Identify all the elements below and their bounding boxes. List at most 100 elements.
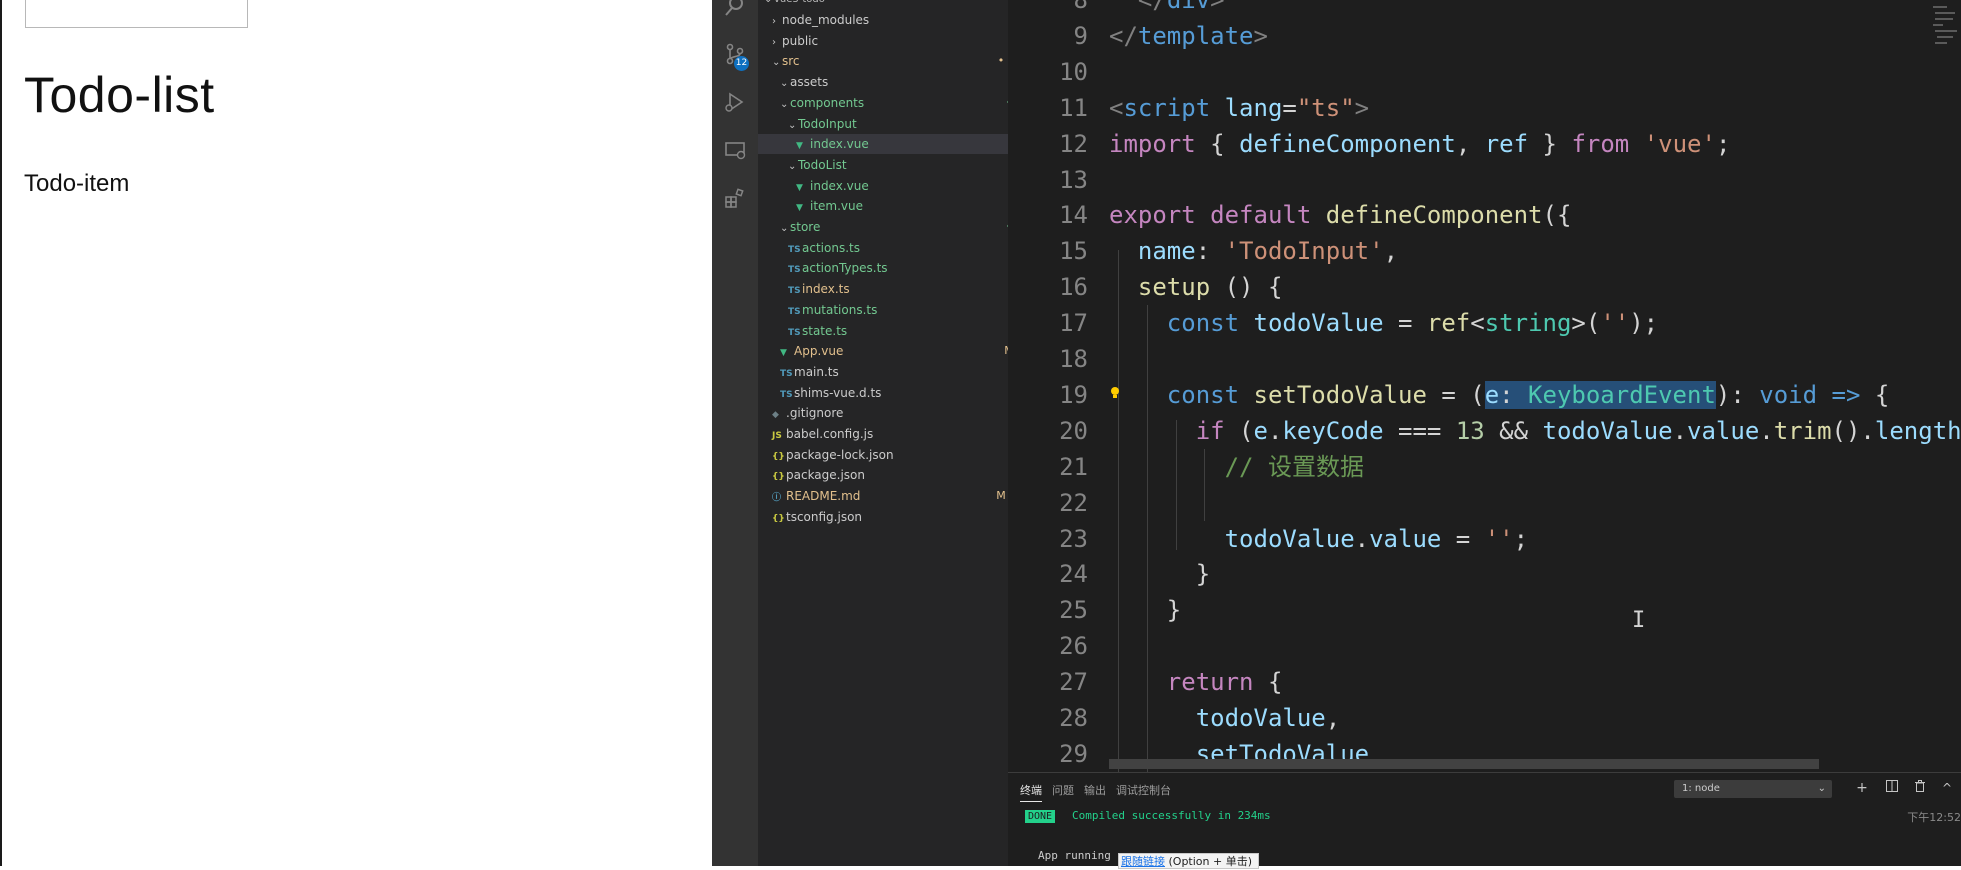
tree-file[interactable]: {}package.json xyxy=(758,465,1022,485)
tree-item-label: store xyxy=(790,220,821,234)
minimap[interactable] xyxy=(1931,0,1961,60)
line-number: 23 xyxy=(1059,524,1088,553)
code-token: e xyxy=(1253,416,1268,445)
remote-explorer-icon[interactable] xyxy=(723,138,747,162)
new-terminal-button[interactable]: + xyxy=(1853,779,1871,797)
terminal-select-value: 1: node xyxy=(1682,783,1720,794)
tree-folder[interactable]: ⌄TodoInput• xyxy=(758,114,1038,134)
lightbulb-icon[interactable] xyxy=(1110,378,1120,398)
split-terminal-button[interactable] xyxy=(1883,779,1901,797)
panel-tab[interactable]: 问题 xyxy=(1052,781,1074,801)
tree-file[interactable]: ▼index.vueU xyxy=(758,134,1046,155)
code-line: 18 xyxy=(1008,341,1961,377)
tree-file[interactable]: {}package-lock.json xyxy=(758,445,1022,465)
tree-file[interactable]: TSmain.ts xyxy=(758,362,1030,382)
code-line: 19 const setTodoValue = (e: KeyboardEven… xyxy=(1008,377,1961,413)
code-token: trim xyxy=(1773,416,1832,445)
panel-tab[interactable]: 输出 xyxy=(1084,781,1106,801)
kill-terminal-button[interactable] xyxy=(1911,779,1929,797)
tree-file[interactable]: JS babel.config.js xyxy=(758,424,1022,444)
line-number: 15 xyxy=(1059,237,1088,266)
file-explorer: ⌄vue3-todo ›node_modules›public⌄src•⌄ass… xyxy=(758,0,1046,866)
line-number: 19 xyxy=(1059,380,1088,409)
tree-folder[interactable]: › public xyxy=(758,31,1022,51)
follow-link[interactable]: 跟随链接 xyxy=(1121,855,1165,868)
run-debug-icon[interactable] xyxy=(723,90,747,114)
vue-file-icon: ▼ xyxy=(796,203,803,214)
tree-item-label: babel.config.js xyxy=(786,427,874,441)
tree-folder[interactable]: › node_modules xyxy=(758,10,1022,30)
maximize-panel-button[interactable]: ^ xyxy=(1938,779,1956,797)
code-text: </template> xyxy=(1109,18,1268,54)
code-line: 11 <script lang="ts"> xyxy=(1008,90,1961,126)
tree-item-label: state.ts xyxy=(802,323,848,338)
tree-folder[interactable]: ⌄ assets xyxy=(758,72,1030,92)
tree-folder[interactable]: ⌄ src • xyxy=(758,51,1022,71)
code-text: export default defineComponent({ xyxy=(1109,197,1571,233)
tree-file[interactable]: ⓘ README.md M xyxy=(758,486,1022,506)
ts-file-icon: TS xyxy=(780,389,793,400)
tree-folder[interactable]: ⌄components• xyxy=(758,93,1030,113)
horizontal-scrollbar[interactable] xyxy=(1109,759,1819,769)
tree-item-label: .gitignore xyxy=(786,406,844,421)
line-number: 26 xyxy=(1059,632,1088,661)
tree-file[interactable]: ▼index.vueU xyxy=(758,176,1046,196)
todo-input[interactable] xyxy=(25,0,248,28)
vue-file-icon: ▼ xyxy=(780,348,787,359)
ibeam-cursor-icon: I xyxy=(1632,608,1646,633)
chevron-down-icon: ⌄ xyxy=(788,119,797,131)
terminal-select[interactable]: 1: node ⌄ xyxy=(1674,780,1832,798)
code-token: < xyxy=(1109,93,1124,122)
follow-link-tooltip[interactable]: 跟随链接 (Option + 单击) xyxy=(1118,853,1260,869)
line-number: 10 xyxy=(1059,57,1088,86)
code-token: , xyxy=(1383,237,1399,266)
chevron-up-icon: ^ xyxy=(1941,781,1953,795)
tree-folder[interactable]: ⌄TodoList• xyxy=(758,155,1038,175)
tree-file[interactable]: TSindex.tsM xyxy=(758,279,1038,299)
tree-file[interactable]: TSstate.tsU xyxy=(758,321,1038,341)
code-token: > xyxy=(1354,93,1370,122)
code-token: 13 xyxy=(1455,416,1485,445)
compile-message: Compiled successfully in 234ms xyxy=(1072,809,1271,822)
explorer-root[interactable]: ⌄vue3-todo xyxy=(758,0,1014,10)
chevron-down-icon: ⌄ xyxy=(788,160,797,172)
code-line: 27 return { xyxy=(1008,664,1961,700)
tree-item-label: App.vue xyxy=(794,344,844,359)
tree-file[interactable]: TSactionTypes.tsU xyxy=(758,258,1038,278)
page-title: Todo-list xyxy=(24,67,215,123)
code-token: div xyxy=(1166,0,1211,14)
tree-folder[interactable]: ⌄store• xyxy=(758,217,1030,237)
tree-file[interactable]: {}tsconfig.json xyxy=(758,507,1022,527)
code-token: defineComponent xyxy=(1325,201,1543,230)
code-token: ref xyxy=(1484,129,1529,158)
panel-tab[interactable]: 终端 xyxy=(1020,781,1042,802)
code-token: // 设置数据 xyxy=(1224,452,1364,481)
code-token: = xyxy=(1383,309,1427,338)
search-icon[interactable] xyxy=(723,0,747,18)
extensions-icon[interactable] xyxy=(723,186,747,210)
line-number: 14 xyxy=(1059,201,1088,230)
tree-file[interactable]: ◆ .gitignore xyxy=(758,403,1022,423)
code-editor[interactable]: 8 </div> 9 </template> 10 11 <script lang="ts… xyxy=(1008,0,1961,772)
code-token: 'vue' xyxy=(1643,129,1716,158)
tree-file[interactable]: TSmutations.tsU xyxy=(758,300,1038,320)
scm-count-badge: 12 xyxy=(734,56,749,71)
tree-file[interactable]: TSactions.tsU xyxy=(758,238,1038,258)
chevron-down-icon: ⌄ xyxy=(764,0,774,10)
code-token: setTodoValue xyxy=(1253,380,1427,409)
tree-file[interactable]: ▼App.vueM xyxy=(758,341,1030,361)
code-token: todoValue xyxy=(1224,524,1355,553)
panel-tab[interactable]: 调试控制台 xyxy=(1116,781,1171,801)
explorer-root-label: vue3-todo xyxy=(774,0,825,10)
code-token: todoValue xyxy=(1253,309,1384,338)
tree-file[interactable]: ▼item.vueU xyxy=(758,196,1046,216)
line-number: 16 xyxy=(1059,273,1088,302)
json-file-icon: {} xyxy=(772,451,785,462)
tree-file[interactable]: TSshims-vue.d.ts xyxy=(758,383,1030,403)
